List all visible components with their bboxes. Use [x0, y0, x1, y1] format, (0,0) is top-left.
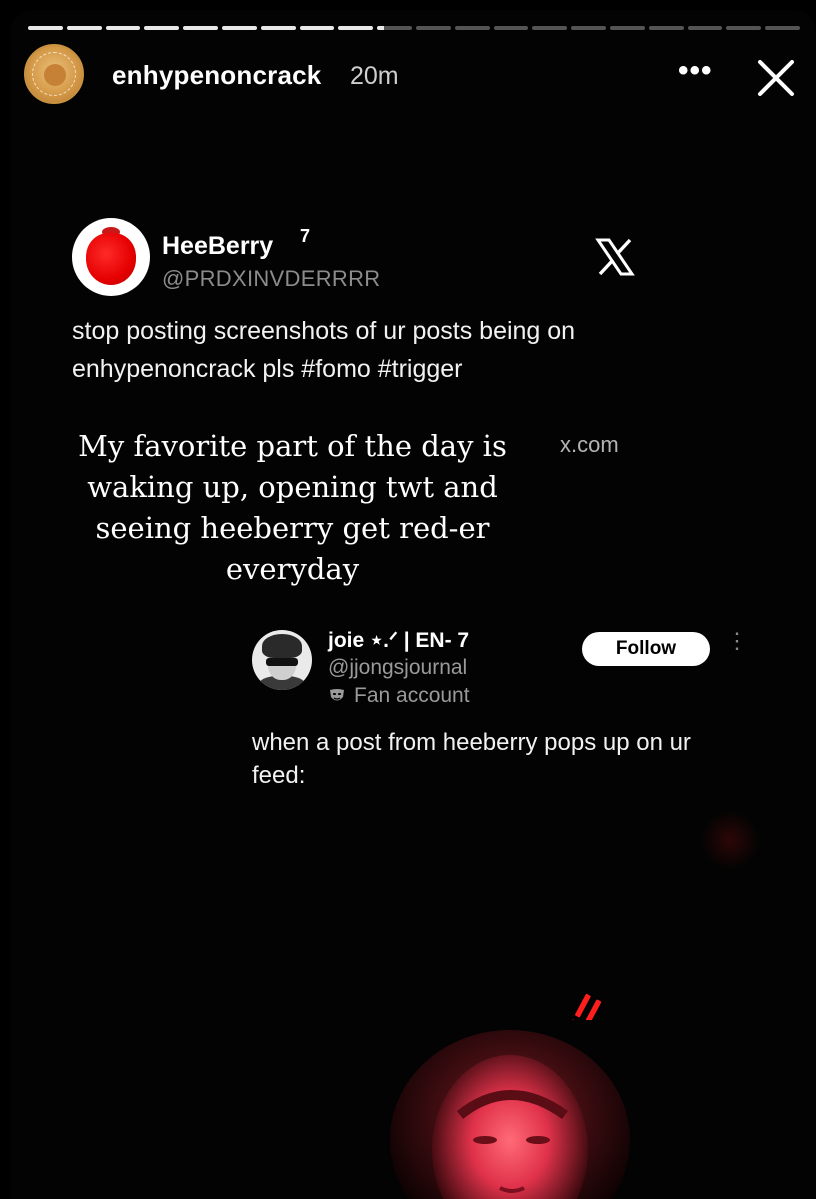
progress-fill — [183, 26, 218, 30]
progress-segment — [532, 26, 568, 30]
progress-fill — [221, 26, 257, 30]
progress-segment — [765, 26, 800, 30]
progress-fill — [66, 26, 102, 30]
tweet-handle: @PRDXINVDERRRR — [162, 266, 381, 291]
red-lit-face-photo — [360, 1020, 660, 1199]
tweet-avatar — [72, 218, 150, 296]
progress-segment — [687, 26, 723, 30]
progress-fill — [144, 26, 180, 30]
media-source-link[interactable]: x.com — [560, 432, 619, 458]
progress-fill — [28, 26, 63, 30]
profile-avatar[interactable] — [24, 44, 84, 104]
embedded-handle: @jjongsjournal — [328, 656, 468, 679]
red-glow-spot — [700, 810, 760, 870]
sunglasses-icon — [266, 658, 298, 666]
theater-mask-icon — [330, 689, 344, 701]
progress-fill — [338, 26, 374, 30]
close-icon[interactable] — [754, 56, 798, 100]
progress-segment — [28, 26, 63, 30]
embedded-display-name: joie ⋆.ᐟ | EN- 7 — [328, 629, 470, 652]
tweet-name-badge: 7 — [300, 226, 311, 246]
x-logo-icon — [595, 238, 635, 276]
follow-button[interactable]: Follow — [582, 632, 710, 666]
avatar-emblem — [44, 64, 66, 86]
progress-segment — [726, 26, 762, 30]
progress-segment — [260, 26, 296, 30]
progress-segment — [609, 26, 645, 30]
progress-segment — [571, 26, 606, 30]
progress-fill — [105, 26, 141, 30]
progress-fill — [260, 26, 296, 30]
progress-segment — [338, 26, 374, 30]
progress-fill — [377, 26, 385, 30]
embedded-post-text: when a post from heeberry pops up on ur … — [252, 729, 691, 789]
tweet-text: stop posting screenshots of ur posts bei… — [72, 317, 576, 383]
story-progress-bar — [28, 26, 800, 30]
fan-account-label: Fan account — [328, 684, 470, 708]
progress-segment — [415, 26, 451, 30]
progress-segment — [299, 26, 335, 30]
progress-segment — [105, 26, 141, 30]
embedded-avatar — [252, 630, 312, 690]
story-viewer: enhypenoncrack 20m ••• HeeBerry 7 @PRDXI… — [10, 10, 816, 1199]
story-timestamp: 20m — [350, 62, 399, 90]
more-icon[interactable]: ••• — [678, 54, 713, 88]
progress-segment — [66, 26, 102, 30]
avatar-hair — [262, 634, 302, 658]
progress-segment — [648, 26, 684, 30]
strawberry-icon — [86, 233, 136, 285]
progress-segment — [221, 26, 257, 30]
progress-segment — [377, 26, 412, 30]
fan-account-text: Fan account — [354, 684, 470, 707]
progress-segment — [493, 26, 529, 30]
progress-segment — [144, 26, 180, 30]
kebab-menu-icon[interactable]: ⋮ — [726, 630, 748, 652]
meme-caption: My favorite part of the day is waking up… — [78, 429, 507, 586]
progress-fill — [299, 26, 335, 30]
progress-segment — [454, 26, 490, 30]
progress-segment — [183, 26, 218, 30]
tweet-display-name: HeeBerry — [162, 232, 274, 260]
story-username[interactable]: enhypenoncrack — [112, 60, 321, 91]
